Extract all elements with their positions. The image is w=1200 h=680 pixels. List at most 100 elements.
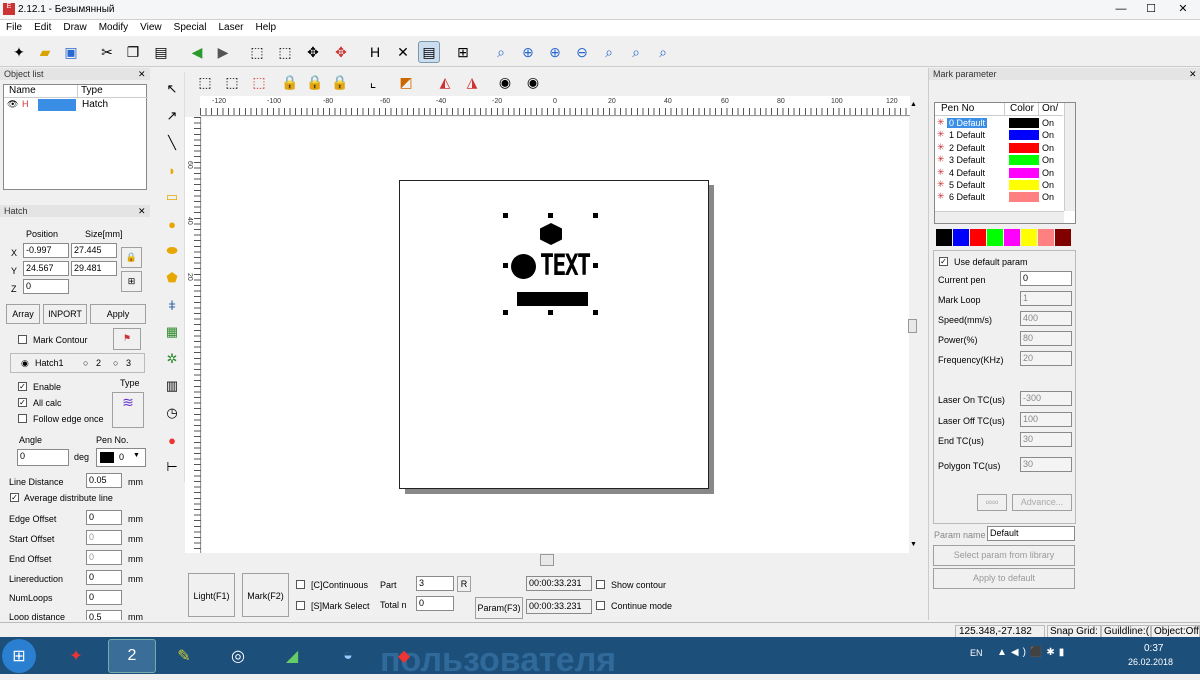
group-icon[interactable]: ⊞ xyxy=(452,41,474,63)
pen-color[interactable] xyxy=(1009,155,1039,166)
align-center-icon[interactable]: ⬚ xyxy=(194,71,216,93)
input-port-icon[interactable]: ● xyxy=(161,429,183,451)
laser-off-input[interactable]: 100 xyxy=(1020,412,1072,427)
select-library-button[interactable]: Select param from library xyxy=(933,545,1075,566)
color-swatch[interactable] xyxy=(987,229,1003,246)
param-button[interactable]: Param(F3) xyxy=(475,597,523,619)
copy-icon[interactable]: ❐ xyxy=(122,41,144,63)
zoom-in-icon[interactable]: ⊕ xyxy=(517,41,539,63)
minimize-button[interactable]: — xyxy=(1106,0,1136,18)
pen-row[interactable]: ✳ 3 Default On xyxy=(935,154,1063,166)
show-contour-checkbox[interactable] xyxy=(596,580,605,589)
pen-row[interactable]: ✳ 4 Default On xyxy=(935,167,1063,179)
enable-checkbox[interactable]: ✓ xyxy=(18,382,27,391)
cut-icon[interactable]: ✂ xyxy=(96,41,118,63)
unlock-icon[interactable]: 🔒 xyxy=(304,71,326,93)
vscroll-down-icon[interactable]: ▼ xyxy=(910,541,917,548)
preview-eye2-icon[interactable]: ◉ xyxy=(522,71,544,93)
total-input[interactable]: 0 xyxy=(416,596,454,611)
color-swatch[interactable] xyxy=(1055,229,1071,246)
tray-icons[interactable]: ▲◀)⬛✱▮ xyxy=(997,647,1068,658)
pen-color[interactable] xyxy=(1009,180,1039,190)
eye-icon[interactable]: 👁 xyxy=(7,99,18,110)
vector-import-icon[interactable]: ✲ xyxy=(161,348,183,370)
color-swatch[interactable] xyxy=(936,229,952,246)
light-button[interactable]: Light(F1) xyxy=(188,573,235,617)
col-color[interactable]: Color xyxy=(1005,103,1039,116)
pen-row[interactable]: ✳ 1 Default On xyxy=(935,129,1063,141)
object-type-cell[interactable]: Hatch xyxy=(82,99,108,110)
end-tc-input[interactable]: 30 xyxy=(1020,432,1072,447)
align-red-icon[interactable]: ⬚ xyxy=(248,71,270,93)
selection-handle[interactable] xyxy=(593,263,598,268)
col-type[interactable]: Type xyxy=(78,85,148,98)
table-row[interactable]: 👁 H Hatch xyxy=(4,99,148,112)
taskbar-app1-icon[interactable]: ✦ xyxy=(52,639,100,673)
menu-help[interactable]: Help xyxy=(249,20,282,35)
taskbar-pen-icon[interactable]: ✎ xyxy=(160,639,208,673)
menu-draw[interactable]: Draw xyxy=(57,20,92,35)
apply-button[interactable]: Apply xyxy=(90,304,146,324)
pen-on[interactable]: On xyxy=(1042,192,1054,202)
inport-button[interactable]: INPORT xyxy=(43,304,87,324)
clock-icon[interactable]: ◷ xyxy=(161,402,183,424)
selection-handle[interactable] xyxy=(503,213,508,218)
edge-offset-input[interactable]: 0 xyxy=(86,510,122,525)
align-box-icon[interactable]: ⬚ xyxy=(221,71,243,93)
drawing-canvas[interactable]: TEXT xyxy=(202,117,917,566)
speed-input[interactable]: 400 xyxy=(1020,311,1072,326)
maximize-button[interactable]: ☐ xyxy=(1136,0,1166,18)
pen-row[interactable]: ✳ 0 Default On xyxy=(935,117,1063,129)
list-icon[interactable]: ▤ xyxy=(418,41,440,63)
part-input[interactable]: 3 xyxy=(416,576,454,591)
paste-icon[interactable]: ▤ xyxy=(150,41,172,63)
pen-color[interactable] xyxy=(1009,142,1039,153)
color-swatch[interactable] xyxy=(1004,229,1020,246)
start-button-icon[interactable]: ⊞ xyxy=(2,639,36,673)
wobble-icon[interactable]: ∞∞ xyxy=(977,494,1007,511)
menu-view[interactable]: View xyxy=(134,20,168,35)
hatch-close-icon[interactable]: ✕ xyxy=(138,206,146,217)
pen-name[interactable]: 4 Default xyxy=(947,168,987,178)
pen-name[interactable]: 5 Default xyxy=(947,180,987,190)
node-color-icon[interactable]: ✥ xyxy=(330,41,352,63)
pen-color[interactable] xyxy=(1009,167,1039,178)
line-distance-input[interactable]: 0.05 xyxy=(86,473,122,488)
forward-arrow-icon[interactable]: ▶ xyxy=(212,41,234,63)
z-position-input[interactable]: 0 xyxy=(23,279,69,294)
lock-all-icon[interactable]: 🔒 xyxy=(329,71,351,93)
zoom-page-icon[interactable]: ⌕ xyxy=(652,41,674,63)
hatch-type-icon[interactable]: ≋ xyxy=(112,392,144,428)
numloops-input[interactable]: 0 xyxy=(86,590,122,605)
polygon-tc-input[interactable]: 30 xyxy=(1020,457,1072,472)
zoom-select-icon[interactable]: ⌕ xyxy=(625,41,647,63)
laser-on-input[interactable]: -300 xyxy=(1020,391,1072,406)
taskbar-chrome-icon[interactable]: ◎ xyxy=(214,639,262,673)
x-size-input[interactable]: 27.445 xyxy=(71,243,117,258)
pen-name[interactable]: 1 Default xyxy=(947,130,987,140)
loop-distance-input[interactable]: 0.5 xyxy=(86,610,122,620)
advance-button[interactable]: Advance... xyxy=(1012,494,1072,511)
mirror-horizontal-icon[interactable]: ◭ xyxy=(434,71,456,93)
pen-name[interactable]: 2 Default xyxy=(947,143,987,153)
menu-modify[interactable]: Modify xyxy=(93,20,134,35)
pen-on[interactable]: On xyxy=(1042,155,1054,165)
hatch1-radio[interactable]: ◉ xyxy=(21,358,29,369)
pen-name[interactable]: 6 Default xyxy=(947,192,987,202)
select-arrow-icon[interactable]: ↖ xyxy=(161,78,183,100)
taskbar-app5-icon[interactable]: ◒ xyxy=(324,639,372,673)
param-name-input[interactable]: Default xyxy=(987,526,1075,541)
circle-icon[interactable]: ● xyxy=(161,213,183,235)
selection-handle[interactable] xyxy=(503,310,508,315)
pen-on[interactable]: On xyxy=(1042,180,1054,190)
anchor-grid-icon[interactable]: ⊞ xyxy=(121,271,142,292)
power-input[interactable]: 80 xyxy=(1020,331,1072,346)
back-arrow-icon[interactable]: ◀ xyxy=(186,41,208,63)
node-arrow-icon[interactable]: ↗ xyxy=(161,105,183,127)
avg-distribute-checkbox[interactable]: ✓ xyxy=(10,493,19,502)
mark-button[interactable]: Mark(F2) xyxy=(242,573,289,617)
pen-row[interactable]: ✳ 5 Default On xyxy=(935,179,1063,191)
origin-icon[interactable]: ⌞ xyxy=(362,71,384,93)
y-position-input[interactable]: 24.567 xyxy=(23,261,69,276)
open-folder-icon[interactable]: ▰ xyxy=(34,41,56,63)
